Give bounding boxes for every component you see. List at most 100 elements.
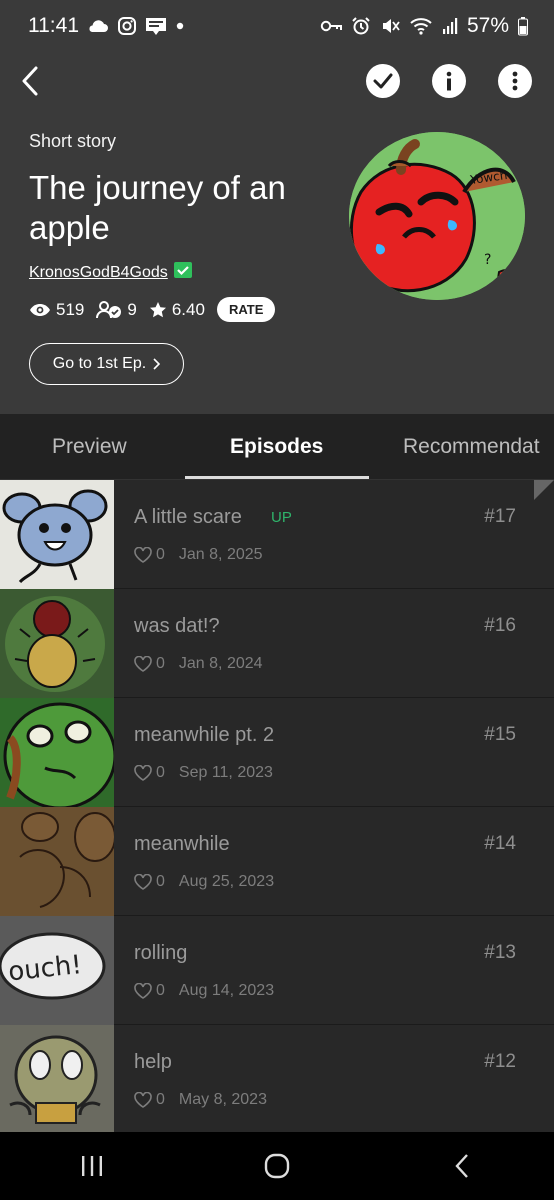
verified-icon	[173, 262, 192, 283]
svg-text:?: ?	[484, 252, 491, 268]
episode-likes: 0	[156, 764, 165, 781]
episode-title: A little scare	[134, 506, 242, 528]
views-stat: 519	[29, 300, 84, 320]
episode-thumbnail	[0, 480, 114, 589]
rating-value: 6.40	[171, 299, 205, 319]
instagram-icon	[117, 16, 137, 36]
webtoon-icon	[145, 16, 167, 36]
more-vertical-icon	[512, 71, 518, 91]
episode-likes: 0	[156, 655, 165, 672]
eye-icon	[30, 303, 50, 316]
wifi-icon	[409, 16, 433, 36]
subscribers-icon	[96, 300, 122, 318]
episode-row[interactable]: was dat!? #16 0 Jan 8, 2024	[0, 589, 554, 698]
episode-likes: 0	[156, 982, 165, 999]
author-link[interactable]: KronosGodB4Gods	[29, 264, 168, 282]
info-icon	[446, 71, 452, 91]
episode-meta: 0 Jan 8, 2025	[134, 546, 263, 564]
episode-thumbnail	[0, 1025, 114, 1132]
episode-number: #13	[484, 942, 516, 963]
episode-title: help	[134, 1051, 172, 1073]
rating-stat: 6.40	[149, 300, 205, 320]
heart-icon	[134, 547, 152, 563]
episode-title: meanwhile pt. 2	[134, 724, 275, 746]
mute-icon	[380, 16, 400, 36]
episode-date: Jan 8, 2025	[178, 546, 263, 563]
tab-preview[interactable]: Preview	[52, 414, 127, 480]
episode-row[interactable]: meanwhile #14 0 Aug 25, 2023	[0, 807, 554, 916]
rate-button[interactable]: RATE	[216, 297, 276, 322]
episode-date: Aug 25, 2023	[178, 873, 275, 890]
episode-meta: 0 Aug 25, 2023	[134, 873, 274, 891]
episode-likes: 0	[156, 873, 165, 890]
heart-icon	[134, 765, 152, 781]
check-icon	[373, 73, 393, 89]
series-header: Short story The journey of an apple Kron…	[0, 52, 554, 414]
episode-thumbnail: ouch!	[0, 916, 114, 1025]
episode-title: meanwhile	[134, 833, 230, 855]
episode-date: Aug 14, 2023	[178, 982, 275, 999]
episode-row[interactable]: help #12 0 May 8, 2023	[0, 1025, 554, 1132]
stats-row: 519 9 6.40 RATE	[29, 297, 276, 322]
first-episode-label: Go to 1st Ep.	[52, 355, 147, 372]
back-chevron-icon	[455, 1154, 468, 1178]
recent-apps-button[interactable]	[62, 1136, 122, 1196]
status-bar: 11:41 57%	[0, 0, 554, 52]
episode-meta: 0 Sep 11, 2023	[134, 764, 273, 782]
series-cover-image: Yowch ?	[349, 132, 525, 300]
tab-bar: Preview Episodes Recommendat	[0, 414, 554, 480]
heart-icon	[134, 656, 152, 672]
status-time: 11:41	[28, 14, 79, 37]
episode-up-badge: UP	[271, 509, 292, 526]
episode-meta: 0 May 8, 2023	[134, 1091, 267, 1109]
heart-icon	[134, 874, 152, 890]
episode-number: #15	[484, 724, 516, 745]
back-arrow-icon	[22, 66, 38, 96]
chevron-right-icon	[153, 358, 161, 370]
system-back-button[interactable]	[432, 1136, 492, 1196]
go-to-first-episode-button[interactable]: Go to 1st Ep.	[29, 343, 184, 385]
tab-episodes[interactable]: Episodes	[230, 414, 323, 480]
episode-date: May 8, 2023	[178, 1091, 267, 1108]
episode-number: #16	[484, 615, 516, 636]
episode-meta: 0 Jan 8, 2024	[134, 655, 263, 673]
episode-thumbnail	[0, 807, 114, 916]
episode-thumbnail	[0, 589, 114, 698]
system-nav-bar	[0, 1132, 554, 1200]
series-title: The journey of an apple	[29, 169, 286, 246]
info-button[interactable]	[432, 64, 466, 98]
episode-list: A little scare UP #17 0 Jan 8, 2025 was …	[0, 480, 554, 1132]
key-icon	[320, 19, 342, 33]
battery-icon	[518, 16, 528, 36]
active-tab-indicator	[185, 476, 369, 479]
episode-title: rolling	[134, 942, 188, 964]
views-count: 519	[56, 299, 85, 319]
episode-number: #14	[484, 833, 516, 854]
corner-marker	[534, 480, 554, 500]
battery-percent: 57%	[466, 14, 509, 37]
episode-likes: 0	[156, 546, 165, 563]
subscribers-stat: 9	[96, 299, 137, 320]
home-icon	[264, 1153, 290, 1179]
heart-icon	[134, 983, 152, 999]
heart-icon	[134, 1092, 152, 1108]
subscribe-button[interactable]	[366, 64, 400, 98]
more-options-button[interactable]	[498, 64, 532, 98]
episode-row[interactable]: ouch! rolling #13 0 Aug 14, 2023	[0, 916, 554, 1025]
subscribers-count: 9	[127, 299, 137, 319]
tab-recommendations[interactable]: Recommendat	[403, 414, 540, 480]
episode-likes: 0	[156, 1091, 165, 1108]
back-button[interactable]	[20, 62, 54, 100]
home-button[interactable]	[247, 1136, 307, 1196]
series-genre: Short story	[29, 131, 117, 151]
episode-number: #12	[484, 1051, 516, 1072]
star-icon	[149, 301, 166, 317]
episode-row[interactable]: A little scare UP #17 0 Jan 8, 2025	[0, 480, 554, 589]
episode-title: was dat!?	[134, 615, 220, 637]
signal-icon	[442, 17, 458, 35]
episode-date: Jan 8, 2024	[178, 655, 263, 672]
episode-row[interactable]: meanwhile pt. 2 #15 0 Sep 11, 2023	[0, 698, 554, 807]
cloud-icon	[87, 19, 109, 33]
author-row: KronosGodB4Gods	[29, 262, 192, 283]
episode-number: #17	[484, 506, 516, 527]
